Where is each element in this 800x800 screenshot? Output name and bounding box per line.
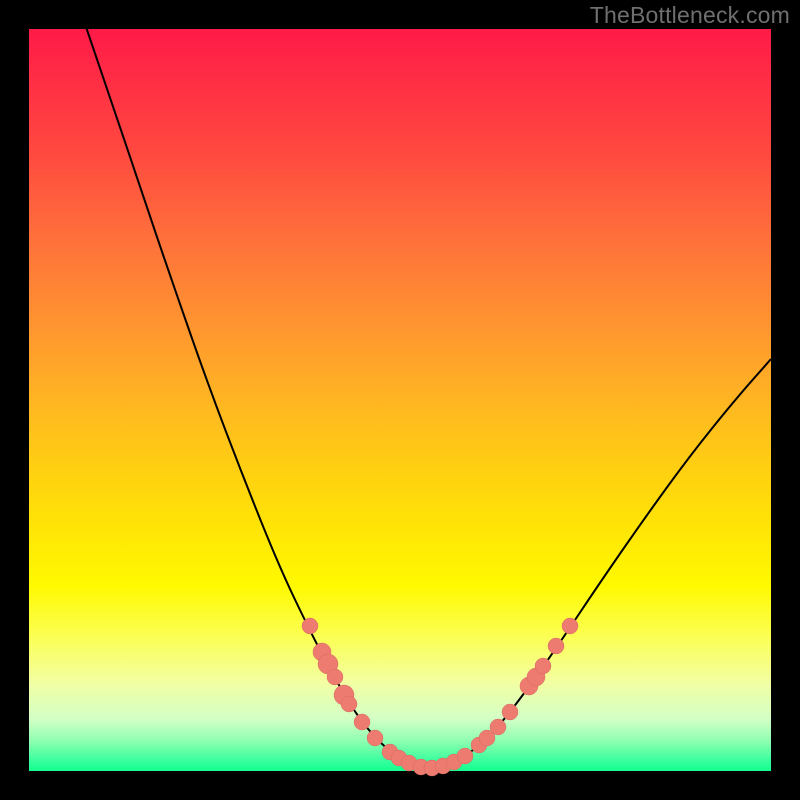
data-dot [502, 704, 518, 720]
watermark-text: TheBottleneck.com [590, 2, 790, 29]
data-dot [302, 618, 318, 634]
data-dot [367, 730, 383, 746]
data-dot [457, 748, 473, 764]
data-dot [562, 618, 578, 634]
bottleneck-curve [84, 21, 771, 768]
data-dot [535, 658, 551, 674]
data-dot [548, 638, 564, 654]
data-dot [327, 669, 343, 685]
chart-svg [29, 29, 771, 771]
data-dot [341, 696, 357, 712]
data-dot [354, 714, 370, 730]
data-dots [302, 618, 578, 776]
data-dot [490, 719, 506, 735]
